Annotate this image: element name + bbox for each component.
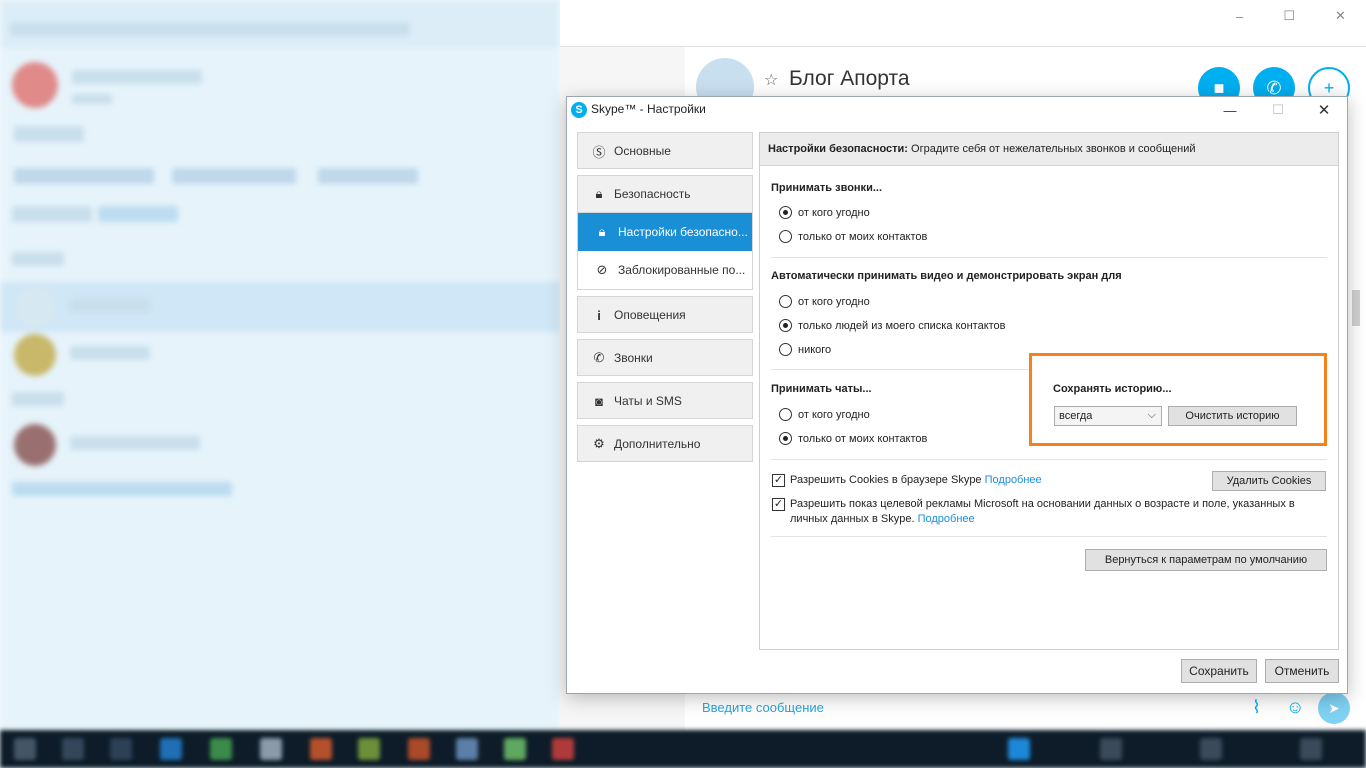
nav-security-group: 🔒︎ Безопасность 🔒︎ Настройки безопасно..…	[577, 175, 753, 290]
highlight-box	[1029, 353, 1327, 446]
dialog-title: Skype™ - Настройки	[591, 102, 706, 116]
nav-blocked-users[interactable]: ⊘ Заблокированные по...	[578, 251, 752, 289]
divider	[771, 536, 1327, 537]
phone-icon: ✆	[593, 350, 605, 365]
contacts-panel	[0, 0, 560, 730]
nav-calls[interactable]: ✆ Звонки	[577, 339, 753, 376]
message-input[interactable]: Введите сообщение	[702, 700, 824, 715]
dialog-titlebar: S Skype™ - Настройки — ☐ ✕	[567, 97, 1347, 123]
radio-button[interactable]	[779, 432, 792, 445]
radio-button[interactable]	[779, 230, 792, 243]
nav-blocked-label: Заблокированные по...	[618, 263, 746, 277]
delete-cookies-button[interactable]: Удалить Cookies	[1212, 471, 1326, 491]
settings-nav: Ⓢ Основные 🔒︎ Безопасность 🔒︎ Настройки …	[577, 132, 753, 468]
radio-button[interactable]	[779, 295, 792, 308]
cookies-more-link[interactable]: Подробнее	[985, 474, 1042, 486]
gear-icon: ⚙	[593, 436, 605, 451]
history-title: Сохранять историю...	[1053, 383, 1172, 395]
chats-anyone-label: от кого угодно	[798, 408, 870, 421]
dialog-close-button[interactable]: ✕	[1301, 99, 1347, 121]
content-header-title: Настройки безопасности:	[768, 143, 908, 155]
targeted-ads-checkbox[interactable]: ✓	[772, 498, 785, 511]
lock-icon: 🔒︎	[595, 186, 603, 201]
history-select[interactable]: всегда ⌵	[1054, 406, 1162, 426]
favorite-star-icon[interactable]: ☆	[764, 70, 778, 90]
content-header-text: Оградите себя от нежелательных звонков и…	[907, 143, 1196, 155]
nav-notifications[interactable]: i Оповещения	[577, 296, 753, 333]
chats-contacts-label: только от моих контактов	[798, 432, 928, 445]
nav-advanced-label: Дополнительно	[614, 436, 701, 451]
nav-advanced[interactable]: ⚙ Дополнительно	[577, 425, 753, 462]
calls-anyone-label: от кого угодно	[798, 206, 870, 219]
scrollbar-thumb[interactable]	[1352, 290, 1360, 326]
radio-button[interactable]	[779, 343, 792, 356]
targeted-ads-label: Разрешить показ целевой рекламы Microsof…	[790, 498, 1295, 525]
video-contacts-option[interactable]: только людей из моего списка контактов	[779, 319, 1006, 332]
lock-icon: 🔒︎	[598, 224, 606, 239]
nav-security[interactable]: 🔒︎ Безопасность	[578, 176, 752, 213]
send-button[interactable]: ➤	[1318, 692, 1350, 724]
skype-s-icon: Ⓢ	[592, 144, 606, 160]
taskbar	[0, 730, 1366, 768]
cookies-option[interactable]: ✓ Разрешить Cookies в браузере Skype Под…	[772, 473, 1192, 488]
main-maximize-button[interactable]: ☐	[1283, 8, 1295, 24]
emoticon-icon[interactable]: ☺	[1286, 697, 1304, 718]
nav-general-label: Основные	[614, 143, 671, 158]
video-anyone-label: от кого угодно	[798, 295, 870, 308]
save-button[interactable]: Сохранить	[1181, 659, 1257, 683]
targeted-ads-option[interactable]: ✓ Разрешить показ целевой рекламы Micros…	[772, 497, 1326, 527]
clear-history-button[interactable]: Очистить историю	[1168, 406, 1297, 426]
accept-calls-title: Принимать звонки...	[771, 182, 882, 194]
video-nobody-option[interactable]: никого	[779, 343, 831, 356]
info-icon: i	[597, 307, 601, 323]
video-contacts-label: только людей из моего списка контактов	[798, 319, 1006, 332]
auto-video-title: Автоматически принимать видео и демонстр…	[771, 270, 1122, 282]
radio-button[interactable]	[779, 319, 792, 332]
calls-anyone-option[interactable]: от кого угодно	[779, 206, 870, 219]
cookies-checkbox[interactable]: ✓	[772, 474, 785, 487]
main-window-controls: – ☐ ✕	[1216, 4, 1366, 28]
radio-button[interactable]	[779, 206, 792, 219]
calls-contacts-label: только от моих контактов	[798, 230, 928, 243]
nav-notifications-label: Оповещения	[614, 307, 686, 322]
nav-general[interactable]: Ⓢ Основные	[577, 132, 753, 169]
nav-chats-label: Чаты и SMS	[614, 393, 682, 408]
content-header: Настройки безопасности: Оградите себя от…	[760, 133, 1338, 166]
targeted-ads-more-link[interactable]: Подробнее	[918, 513, 975, 525]
divider	[771, 257, 1327, 258]
settings-content: Настройки безопасности: Оградите себя от…	[759, 132, 1339, 650]
nav-security-settings-label: Настройки безопасно...	[618, 225, 748, 239]
accept-chats-title: Принимать чаты...	[771, 383, 872, 395]
conversation-title: Блог Апорта	[789, 67, 910, 90]
divider	[771, 459, 1327, 460]
reset-defaults-button[interactable]: Вернуться к параметрам по умолчанию	[1085, 549, 1327, 571]
video-nobody-label: никого	[798, 343, 832, 356]
dialog-minimize-button[interactable]: —	[1207, 99, 1253, 121]
radio-button[interactable]	[779, 408, 792, 421]
main-close-button[interactable]: ✕	[1335, 8, 1346, 24]
nav-security-settings[interactable]: 🔒︎ Настройки безопасно...	[578, 213, 752, 251]
cancel-button[interactable]: Отменить	[1265, 659, 1339, 683]
history-select-value: всегда	[1059, 410, 1093, 422]
chats-anyone-option[interactable]: от кого угодно	[779, 408, 870, 421]
chat-bubble-icon: ◙	[595, 393, 603, 409]
chevron-down-icon: ⌵	[1147, 409, 1156, 421]
calls-contacts-option[interactable]: только от моих контактов	[779, 230, 927, 243]
blocked-icon: ⊘	[596, 262, 608, 277]
nav-security-label: Безопасность	[614, 187, 691, 201]
video-anyone-option[interactable]: от кого угодно	[779, 295, 870, 308]
divider	[771, 369, 1031, 370]
send-arrow-icon: ➤	[1328, 699, 1340, 716]
nav-calls-label: Звонки	[614, 350, 653, 365]
main-minimize-button[interactable]: –	[1236, 9, 1243, 24]
attach-icon[interactable]: ⌇	[1252, 697, 1261, 718]
settings-dialog: S Skype™ - Настройки — ☐ ✕ Ⓢ Основные 🔒︎…	[566, 96, 1348, 694]
chats-contacts-option[interactable]: только от моих контактов	[779, 432, 927, 445]
skype-logo-icon: S	[571, 102, 587, 118]
cookies-label: Разрешить Cookies в браузере Skype	[790, 474, 982, 486]
nav-chats-sms[interactable]: ◙ Чаты и SMS	[577, 382, 753, 419]
dialog-maximize-button[interactable]: ☐	[1255, 99, 1301, 121]
